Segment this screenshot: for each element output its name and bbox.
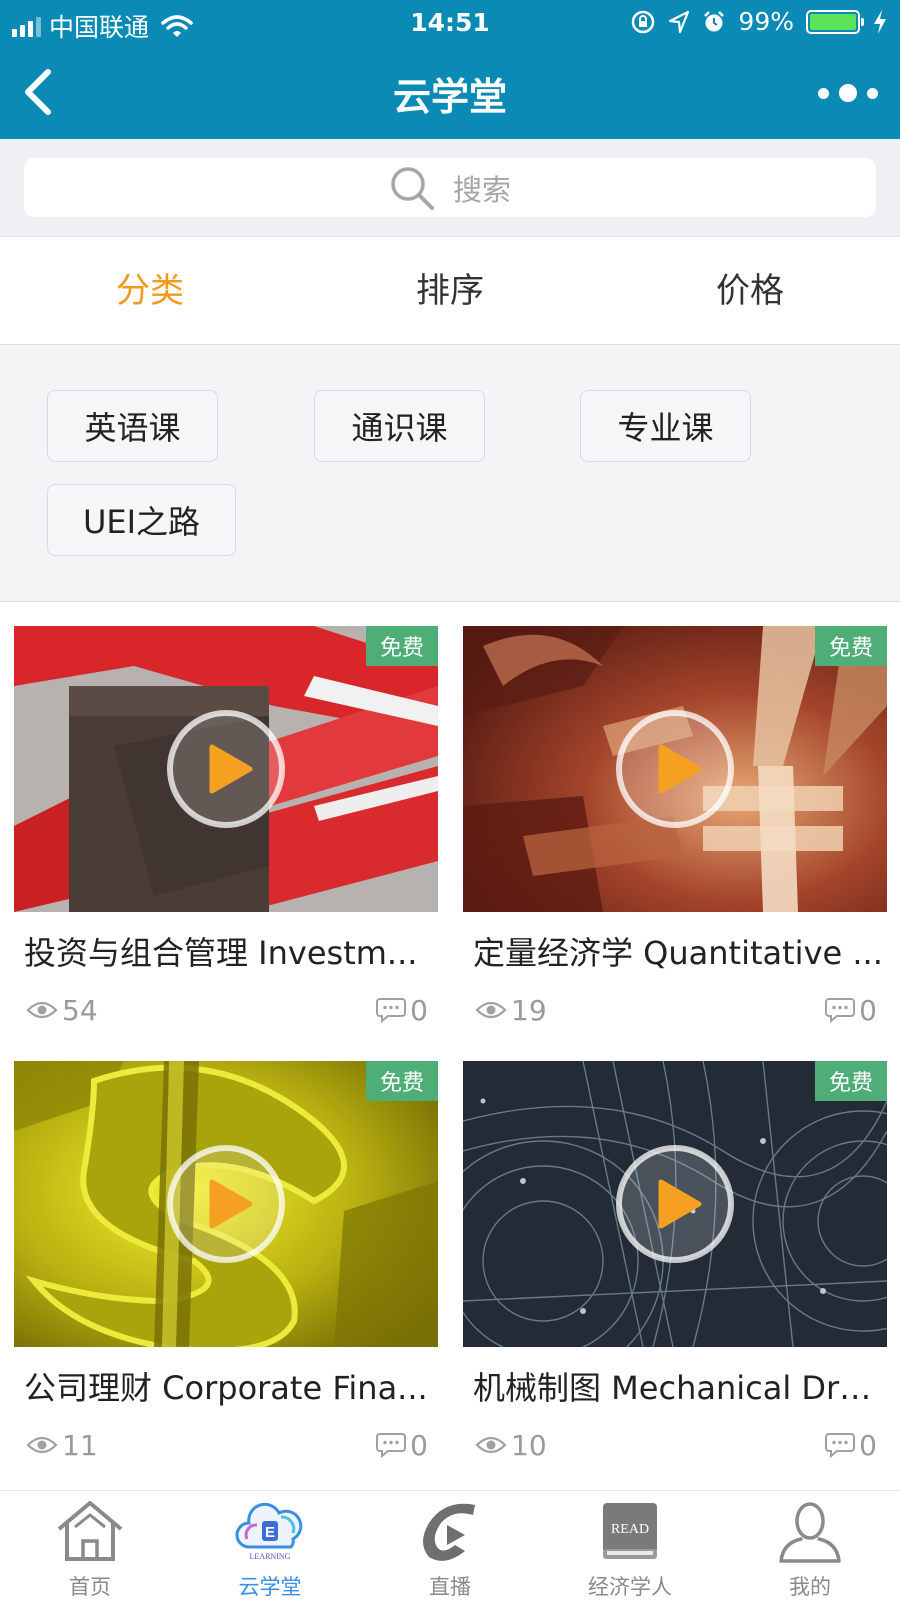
tabbar-item-home[interactable]: 首页 — [0, 1491, 180, 1600]
eye-icon — [26, 1436, 58, 1454]
comment-count: 0 — [376, 1427, 428, 1463]
search-area: 搜索 — [0, 139, 900, 237]
free-badge: 免费 — [815, 1061, 887, 1101]
eye-icon — [475, 1436, 507, 1454]
course-title[interactable]: 机械制图 Mechanical Dra... — [473, 1363, 887, 1409]
more-dots-icon[interactable] — [818, 78, 878, 108]
comment-count: 0 — [825, 992, 877, 1028]
category-chip-general[interactable]: 通识课 — [314, 390, 485, 462]
view-count: 11 — [26, 1427, 98, 1463]
comment-icon — [825, 998, 856, 1023]
comment-count-value: 0 — [859, 993, 877, 1027]
free-badge: 免费 — [366, 626, 438, 666]
comment-count-value: 0 — [859, 1428, 877, 1462]
page-title: 云学堂 — [392, 75, 507, 119]
play-icon[interactable] — [615, 709, 735, 829]
category-chip-english[interactable]: 英语课 — [47, 390, 218, 462]
filter-tabs: 分类 排序 价格 — [0, 237, 900, 345]
comment-count: 0 — [376, 992, 428, 1028]
tabbar-item-live[interactable]: 直播 — [360, 1491, 540, 1600]
bottom-tab-bar: 首页 E LEARNING 云学堂 直播 READ 经济学人 我的 — [0, 1490, 900, 1600]
alarm-icon — [704, 10, 725, 31]
live-play-icon — [423, 1503, 475, 1561]
course-title[interactable]: 定量经济学 Quantitative ... — [473, 928, 887, 974]
tab-category[interactable]: 分类 — [0, 237, 300, 344]
view-count: 54 — [26, 992, 98, 1028]
comment-count-value: 0 — [410, 993, 428, 1027]
course-card[interactable]: 免费 公司理财 Corporate Fina... 11 0 — [14, 1061, 438, 1491]
tabbar-label: 直播 — [429, 1575, 471, 1599]
battery-percent: 99% — [738, 7, 794, 36]
read-book-icon: READ — [603, 1503, 657, 1559]
course-thumbnail[interactable]: 免费 — [463, 1061, 887, 1347]
charging-bolt-icon — [874, 9, 886, 34]
home-icon — [57, 1501, 123, 1561]
view-count-value: 10 — [511, 1428, 547, 1462]
tab-price[interactable]: 价格 — [600, 237, 900, 344]
comment-count-value: 0 — [410, 1428, 428, 1462]
eye-icon — [475, 1001, 507, 1019]
course-card[interactable]: 免费 投资与组合管理 Investm... 54 0 — [14, 626, 438, 1056]
category-panel: 英语课 通识课 专业课 UEI之路 — [0, 345, 900, 602]
search-placeholder: 搜索 — [452, 172, 511, 207]
location-arrow-icon — [669, 10, 690, 33]
view-count: 10 — [475, 1427, 547, 1463]
tabbar-label: 云学堂 — [238, 1575, 302, 1599]
cloud-icon-subtext: LEARNING — [250, 1552, 291, 1561]
course-thumbnail[interactable]: 免费 — [463, 626, 887, 912]
view-count-value: 11 — [62, 1428, 98, 1462]
cloud-icon-letter: E — [265, 1524, 275, 1541]
category-chip-major[interactable]: 专业课 — [580, 390, 751, 462]
tabbar-item-economist[interactable]: READ 经济学人 — [540, 1491, 720, 1600]
play-icon[interactable] — [166, 1144, 286, 1264]
comment-icon — [376, 998, 407, 1023]
search-icon — [391, 166, 434, 210]
search-input[interactable]: 搜索 — [24, 158, 876, 217]
tabbar-label: 首页 — [69, 1575, 111, 1599]
read-icon-text: READ — [611, 1522, 649, 1537]
eye-icon — [26, 1001, 58, 1019]
tabbar-label: 经济学人 — [588, 1575, 672, 1599]
course-title[interactable]: 公司理财 Corporate Fina... — [24, 1363, 438, 1409]
rotation-lock-icon — [632, 10, 655, 33]
comment-icon — [376, 1433, 407, 1458]
tab-sort[interactable]: 排序 — [300, 237, 600, 344]
tabbar-label: 我的 — [789, 1575, 831, 1599]
course-card[interactable]: 免费 机械制图 Mechanical Dra... 10 0 — [463, 1061, 887, 1491]
chevron-left-icon[interactable] — [18, 66, 58, 118]
course-thumbnail[interactable]: 免费 — [14, 626, 438, 912]
view-count-value: 54 — [62, 993, 98, 1027]
status-right: 99% — [630, 7, 888, 36]
view-count-value: 19 — [511, 993, 547, 1027]
battery-icon — [806, 9, 864, 34]
user-icon — [779, 1502, 841, 1563]
status-bar: 中国联通 14:51 99% — [0, 0, 900, 46]
tabbar-item-cloud-learning[interactable]: E LEARNING 云学堂 — [180, 1491, 360, 1600]
comment-count: 0 — [825, 1427, 877, 1463]
comment-icon — [825, 1433, 856, 1458]
course-card[interactable]: 免费 定量经济学 Quantitative ... 19 0 — [463, 626, 887, 1056]
view-count: 19 — [475, 992, 547, 1028]
cloud-learning-icon: E LEARNING — [235, 1502, 303, 1561]
free-badge: 免费 — [815, 626, 887, 666]
play-icon[interactable] — [615, 1144, 735, 1264]
course-thumbnail[interactable]: 免费 — [14, 1061, 438, 1347]
nav-bar: 云学堂 — [0, 46, 900, 139]
tabbar-item-me[interactable]: 我的 — [720, 1491, 900, 1600]
free-badge: 免费 — [366, 1061, 438, 1101]
category-chip-uei[interactable]: UEI之路 — [47, 484, 236, 556]
play-icon[interactable] — [166, 709, 286, 829]
course-title[interactable]: 投资与组合管理 Investm... — [24, 928, 438, 974]
